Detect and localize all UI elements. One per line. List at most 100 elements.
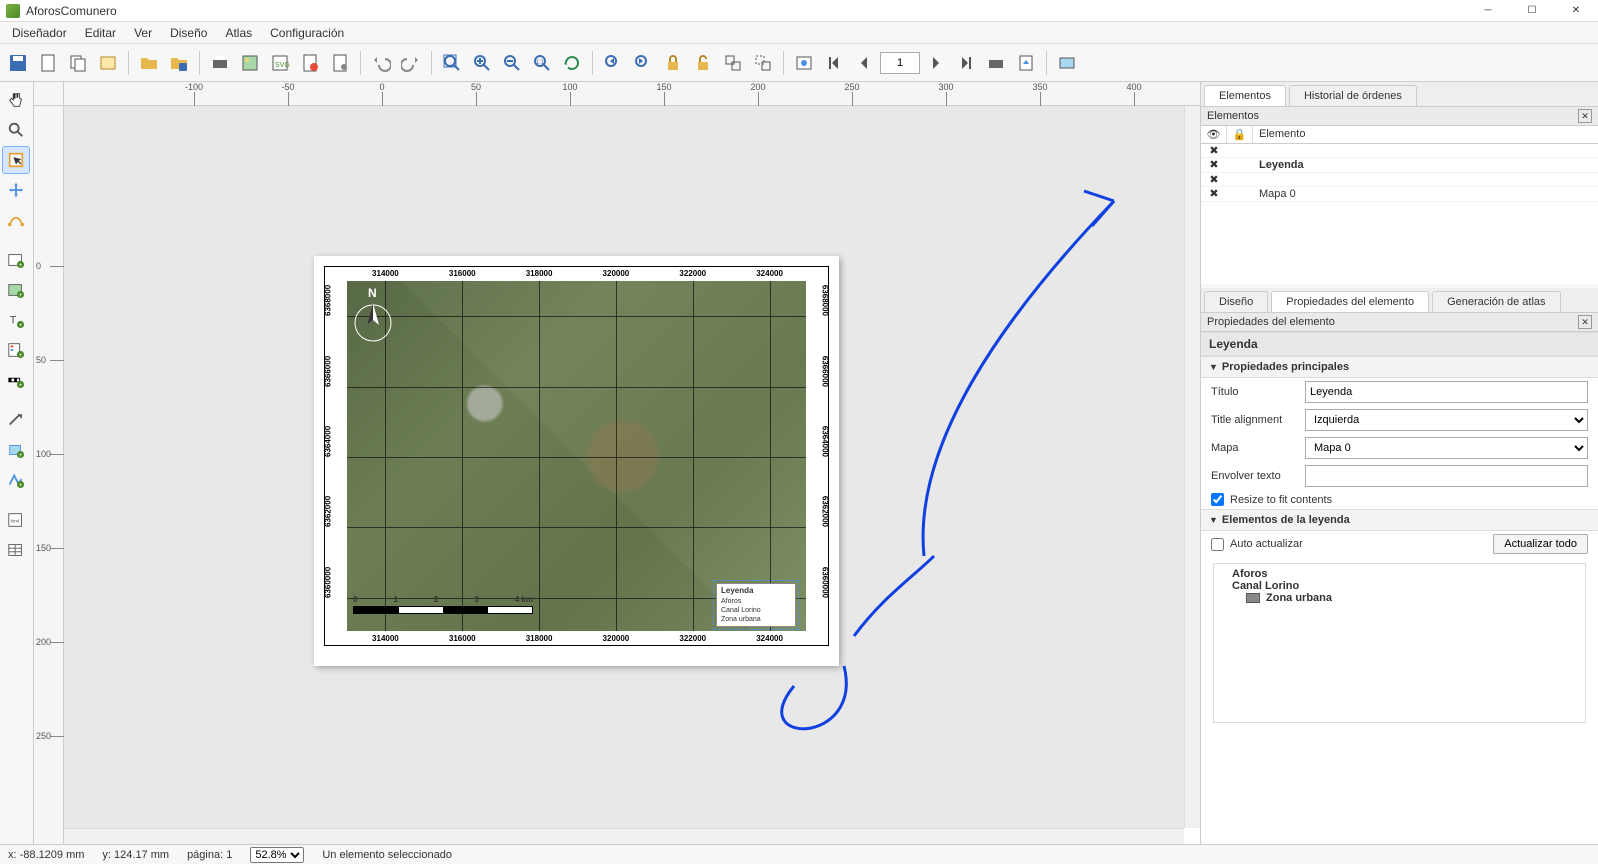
tab-design[interactable]: Diseño <box>1204 291 1268 312</box>
new-layout-button[interactable] <box>34 49 62 77</box>
layout-page[interactable]: 3140003140003160003160003180003180003200… <box>314 256 839 666</box>
atlas-next-button[interactable] <box>922 49 950 77</box>
tab-item-properties[interactable]: Propiedades del elemento <box>1271 291 1429 312</box>
zoom-prev-button[interactable] <box>599 49 627 77</box>
minimize-button[interactable]: ─ <box>1466 0 1510 22</box>
element-row[interactable]: ✖Leyenda <box>1201 158 1598 173</box>
input-wrap[interactable] <box>1305 465 1588 487</box>
select-align[interactable]: Izquierda <box>1305 409 1588 431</box>
ruler-vertical: 050100150200250 <box>34 106 64 844</box>
atlas-page-input[interactable] <box>880 52 920 74</box>
open-button[interactable] <box>135 49 163 77</box>
input-title[interactable] <box>1305 381 1588 403</box>
export-svg-button[interactable]: SVG <box>266 49 294 77</box>
atlas-preview-button[interactable] <box>790 49 818 77</box>
tab-history[interactable]: Historial de órdenes <box>1289 85 1417 106</box>
zoom-in-button[interactable] <box>468 49 496 77</box>
close-button[interactable]: ✕ <box>1554 0 1598 22</box>
atlas-settings-button[interactable] <box>1053 49 1081 77</box>
atlas-print-button[interactable] <box>982 49 1010 77</box>
menu-designer[interactable]: Diseñador <box>4 24 75 42</box>
layout-manager-button[interactable] <box>94 49 122 77</box>
unlock-button[interactable] <box>689 49 717 77</box>
add-shape-tool[interactable]: + <box>2 436 30 464</box>
add-arrow-tool[interactable] <box>2 406 30 434</box>
element-row[interactable]: ✖Mapa 0 <box>1201 187 1598 202</box>
export-image-button[interactable] <box>236 49 264 77</box>
page-setup-button[interactable] <box>326 49 354 77</box>
update-all-button[interactable]: Actualizar todo <box>1493 534 1588 554</box>
menu-layout[interactable]: Diseño <box>162 24 215 42</box>
app-logo-icon <box>6 4 20 18</box>
zoom-out-button[interactable] <box>498 49 526 77</box>
add-picture-tool[interactable]: + <box>2 276 30 304</box>
add-legend-tool[interactable]: + <box>2 336 30 364</box>
checkbox-autoupdate[interactable] <box>1211 538 1224 551</box>
edit-nodes-tool[interactable] <box>2 206 30 234</box>
left-toolbar: + + T+ + + + + html <box>0 82 34 844</box>
map-legend[interactable]: Leyenda Aforos Canal Lorino Zona urbana <box>716 583 796 627</box>
pan-tool[interactable] <box>2 86 30 114</box>
group-button[interactable] <box>719 49 747 77</box>
add-label-tool[interactable]: T+ <box>2 306 30 334</box>
atlas-prev-button[interactable] <box>850 49 878 77</box>
tab-atlas-gen[interactable]: Generación de atlas <box>1432 291 1560 312</box>
tree-item[interactable]: Aforos <box>1218 568 1581 580</box>
atlas-first-button[interactable] <box>820 49 848 77</box>
export-pdf-button[interactable] <box>296 49 324 77</box>
checkbox-resize[interactable] <box>1211 493 1224 506</box>
print-button[interactable] <box>206 49 234 77</box>
save-button[interactable] <box>4 49 32 77</box>
svg-text:+: + <box>19 262 23 269</box>
add-map-tool[interactable]: + <box>2 246 30 274</box>
save-template-button[interactable] <box>165 49 193 77</box>
section-main-props[interactable]: ▼Propiedades principales <box>1201 356 1598 378</box>
zoom-tool[interactable] <box>2 116 30 144</box>
move-content-tool[interactable] <box>2 176 30 204</box>
canvas[interactable]: -100-50050100150200250300350400 05010015… <box>34 82 1200 844</box>
tree-item[interactable]: Canal Lorino <box>1218 580 1581 592</box>
element-row[interactable]: ✖ <box>1201 144 1598 158</box>
duplicate-layout-button[interactable] <box>64 49 92 77</box>
status-y: y: 124.17 mm <box>102 849 169 861</box>
atlas-export-button[interactable] <box>1012 49 1040 77</box>
ungroup-button[interactable] <box>749 49 777 77</box>
status-page: página: 1 <box>187 849 232 861</box>
svg-text:1:1: 1:1 <box>536 60 545 66</box>
label-title: Título <box>1211 386 1299 398</box>
legend-tree[interactable]: Aforos Canal Lorino Zona urbana <box>1213 563 1586 723</box>
add-html-tool[interactable]: html <box>2 506 30 534</box>
add-node-tool[interactable]: + <box>2 466 30 494</box>
panel-close-icon[interactable]: ✕ <box>1578 315 1592 329</box>
scrollbar-horizontal[interactable] <box>64 828 1184 844</box>
zoom-full-button[interactable] <box>438 49 466 77</box>
scrollbar-vertical[interactable] <box>1184 106 1200 828</box>
svg-text:+: + <box>19 322 23 329</box>
maximize-button[interactable]: ☐ <box>1510 0 1554 22</box>
refresh-button[interactable] <box>558 49 586 77</box>
tree-item[interactable]: Zona urbana <box>1218 592 1581 604</box>
select-map[interactable]: Mapa 0 <box>1305 437 1588 459</box>
add-scalebar-tool[interactable]: + <box>2 366 30 394</box>
zoom-next-button[interactable] <box>629 49 657 77</box>
menu-edit[interactable]: Editar <box>77 24 124 42</box>
add-table-tool[interactable] <box>2 536 30 564</box>
layout-stage[interactable]: 3140003140003160003160003180003180003200… <box>64 106 1184 828</box>
tab-elements[interactable]: Elementos <box>1204 85 1286 106</box>
element-row[interactable]: ✖ <box>1201 173 1598 187</box>
zoom-combo[interactable]: 52.8% <box>250 847 304 863</box>
section-legend-items[interactable]: ▼Elementos de la leyenda <box>1201 509 1598 531</box>
svg-text:N: N <box>368 286 377 300</box>
menu-view[interactable]: Ver <box>126 24 160 42</box>
menu-config[interactable]: Configuración <box>262 24 352 42</box>
menu-atlas[interactable]: Atlas <box>217 24 260 42</box>
atlas-last-button[interactable] <box>952 49 980 77</box>
col-lock-icon[interactable]: 🔒 <box>1227 126 1253 143</box>
redo-button[interactable] <box>397 49 425 77</box>
zoom-100-button[interactable]: 1:1 <box>528 49 556 77</box>
select-tool[interactable] <box>2 146 30 174</box>
panel-close-icon[interactable]: ✕ <box>1578 109 1592 123</box>
undo-button[interactable] <box>367 49 395 77</box>
col-visible-icon[interactable]: 👁 <box>1201 126 1227 143</box>
lock-button[interactable] <box>659 49 687 77</box>
